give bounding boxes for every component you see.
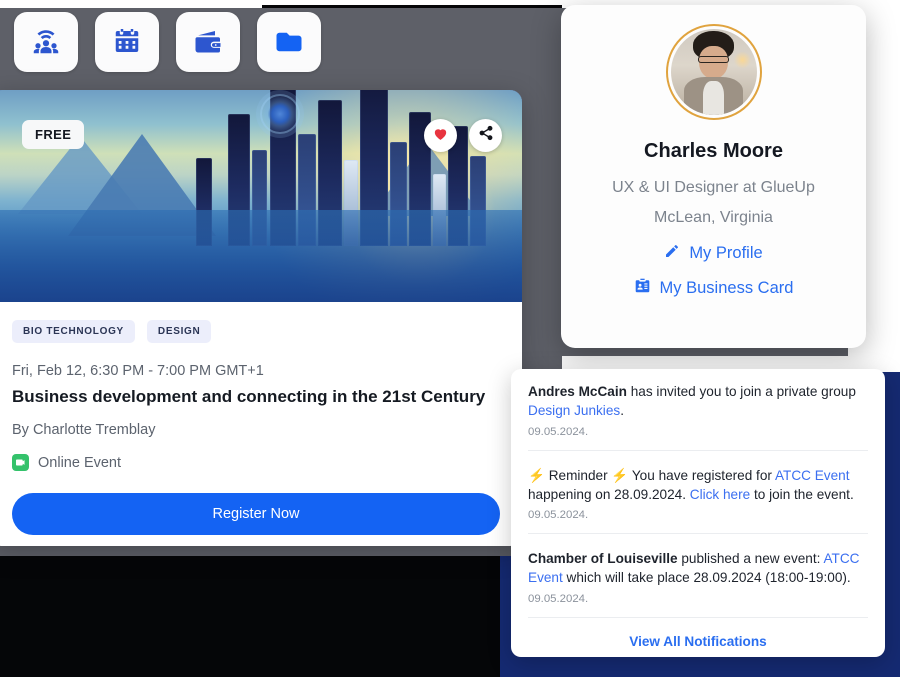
my-profile-label: My Profile — [689, 244, 763, 262]
black-backdrop-bottom — [0, 540, 500, 677]
calendar-icon — [112, 27, 142, 57]
favorite-button[interactable] — [424, 119, 457, 152]
profile-card: Charles Moore UX & UI Designer at GlueUp… — [561, 5, 866, 348]
avatar-glasses — [698, 55, 729, 63]
avatar-backlight — [734, 51, 752, 69]
hero-foreground — [0, 210, 522, 302]
shortcut-finance[interactable] — [176, 12, 240, 72]
event-card-body: BIO TECHNOLOGY DESIGN Fri, Feb 12, 6:30 … — [0, 302, 522, 535]
profile-role: UX & UI Designer at GlueUp — [612, 179, 815, 196]
share-button[interactable] — [469, 119, 502, 152]
avatar-shirt — [703, 80, 724, 115]
notification-link[interactable]: ATCC Event — [775, 468, 850, 483]
register-now-button[interactable]: Register Now — [12, 493, 500, 535]
my-business-card-label: My Business Card — [659, 278, 794, 297]
my-business-card-link[interactable]: My Business Card — [561, 277, 866, 299]
notification-date: 09.05.2024. — [528, 425, 589, 438]
event-datetime: Fri, Feb 12, 6:30 PM - 7:00 PM GMT+1 — [12, 363, 264, 379]
community-network-icon — [31, 27, 61, 57]
avatar[interactable] — [665, 24, 762, 120]
notifications-panel: Andres McCain has invited you to join a … — [511, 369, 885, 657]
notification-link[interactable]: Click here — [690, 487, 750, 502]
notification-text: Andres McCain has invited you to join a … — [528, 384, 856, 419]
profile-name: Charles Moore — [644, 140, 783, 162]
event-mode-label: Online Event — [38, 454, 122, 471]
event-card[interactable]: FREE BIO TECHNOLOGY DESIGN Fri, Feb 12, … — [0, 90, 522, 546]
notification-text: Chamber of Louiseville published a new e… — [528, 551, 860, 586]
shortcut-events[interactable] — [95, 12, 159, 72]
hero-orb-icon — [262, 96, 298, 132]
price-badge: FREE — [22, 120, 85, 149]
share-icon — [478, 125, 494, 146]
event-tag[interactable]: DESIGN — [146, 320, 212, 343]
event-host: By Charlotte Tremblay — [12, 422, 156, 438]
notification-link[interactable]: Design Junkies — [528, 403, 620, 418]
event-mode: Online Event — [12, 454, 500, 471]
folder-icon — [274, 27, 304, 57]
app-shortcut-bar — [14, 12, 321, 72]
pencil-icon — [664, 243, 680, 264]
notification-item[interactable]: ⚡ Reminder ⚡ You have registered for ATC… — [528, 451, 868, 535]
notification-item[interactable]: Andres McCain has invited you to join a … — [528, 369, 868, 451]
my-profile-link[interactable]: My Profile — [561, 243, 866, 264]
event-tag[interactable]: BIO TECHNOLOGY — [12, 320, 135, 343]
shortcut-documents[interactable] — [257, 12, 321, 72]
event-action-buttons — [424, 119, 502, 152]
avatar-photo — [670, 29, 757, 115]
shortcut-community[interactable] — [14, 12, 78, 72]
event-tag-list: BIO TECHNOLOGY DESIGN — [12, 320, 500, 343]
id-card-icon — [634, 277, 651, 299]
wallet-icon — [193, 27, 223, 57]
notification-text: ⚡ Reminder ⚡ You have registered for ATC… — [528, 467, 854, 502]
notification-list: Andres McCain has invited you to join a … — [528, 369, 868, 618]
event-hero-image: FREE — [0, 90, 522, 302]
notification-date: 09.05.2024. — [528, 592, 589, 605]
view-all-notifications-link[interactable]: View All Notifications — [528, 618, 868, 649]
video-chat-icon — [12, 454, 29, 471]
notification-date: 09.05.2024. — [528, 509, 589, 522]
event-title[interactable]: Business development and connecting in t… — [12, 387, 500, 407]
screenshot-stage: FREE BIO TECHNOLOGY DESIGN Fri, Feb 12, … — [0, 0, 900, 677]
heart-icon — [432, 125, 449, 147]
profile-location: McLean, Virginia — [654, 209, 773, 226]
notification-item[interactable]: Chamber of Louiseville published a new e… — [528, 534, 868, 618]
